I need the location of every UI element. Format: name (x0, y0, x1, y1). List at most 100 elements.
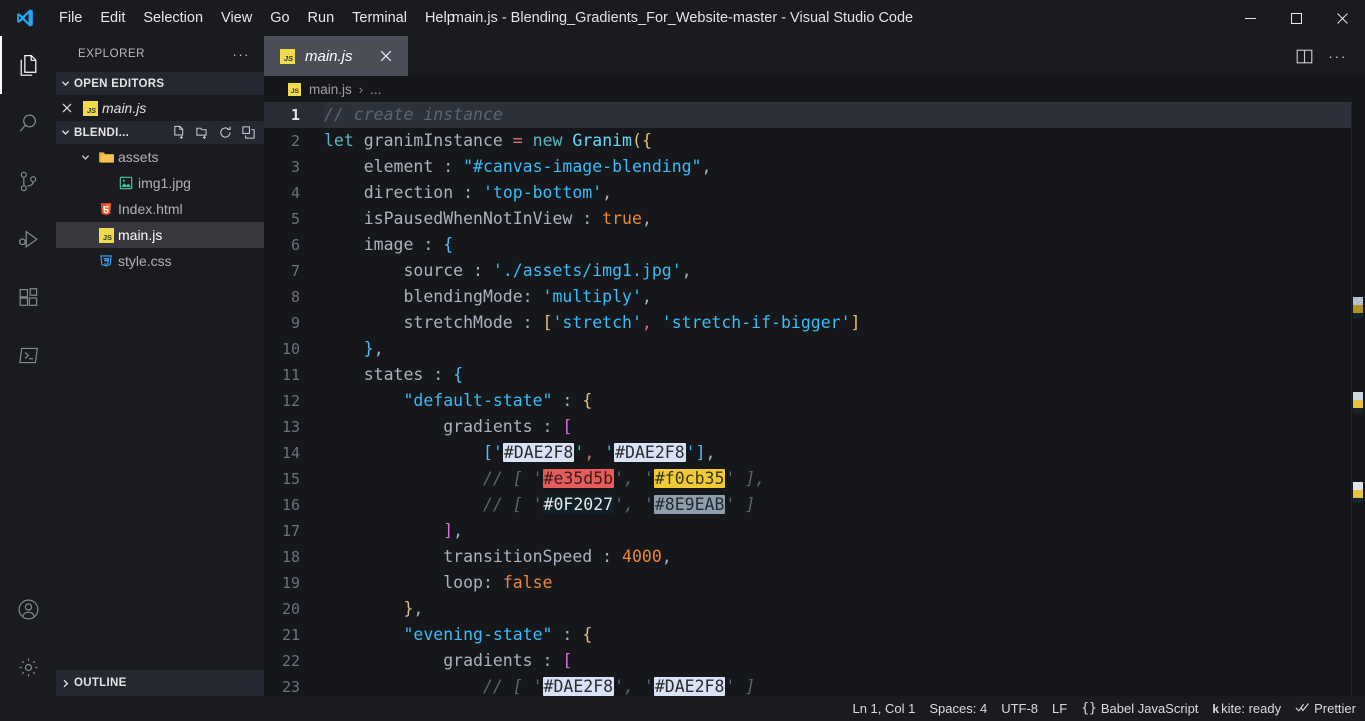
tab-main-js[interactable]: JS main.js (264, 36, 408, 76)
line-text[interactable]: gradients : [ (324, 414, 1365, 440)
menu-file[interactable]: File (50, 0, 91, 36)
tree-item-assets[interactable]: assets (56, 144, 264, 170)
refresh-icon[interactable] (215, 123, 235, 143)
new-file-icon[interactable] (169, 123, 189, 143)
code-line[interactable]: 12 "default-state" : { (264, 388, 1365, 414)
breadcrumb[interactable]: JS main.js › ... (264, 76, 1365, 102)
close-button[interactable] (1319, 0, 1365, 36)
window-controls[interactable] (1227, 0, 1365, 36)
open-editor-item-main-js[interactable]: JS main.js (56, 95, 264, 121)
breadcrumb-ellipsis[interactable]: ... (370, 82, 381, 97)
code-line[interactable]: 8 blendingMode: 'multiply', (264, 284, 1365, 310)
line-text[interactable]: }, (324, 336, 1365, 362)
activity-accounts[interactable] (0, 580, 56, 638)
code-line[interactable]: 13 gradients : [ (264, 414, 1365, 440)
split-editor-icon[interactable] (1290, 42, 1318, 70)
line-text[interactable]: transitionSpeed : 4000, (324, 544, 1365, 570)
code-line[interactable]: 14 ['#DAE2F8', '#DAE2F8'], (264, 440, 1365, 466)
activity-search[interactable] (0, 94, 56, 152)
line-text[interactable]: ['#DAE2F8', '#DAE2F8'], (324, 440, 1365, 466)
code-editor[interactable]: 1 // create instance 2 let granimInstance =… (264, 102, 1365, 696)
line-text[interactable]: }, (324, 596, 1365, 622)
section-workspace[interactable]: BLENDI... (56, 121, 264, 144)
code-line[interactable]: 23 // [ '#DAE2F8', '#DAE2F8' ] (264, 674, 1365, 696)
code-line[interactable]: 16 // [ '#0F2027', '#8E9EAB' ] (264, 492, 1365, 518)
menu-view[interactable]: View (212, 0, 261, 36)
status-kite[interactable]: k kite: ready (1205, 696, 1288, 721)
code-line[interactable]: 11 states : { (264, 362, 1365, 388)
new-folder-icon[interactable] (192, 123, 212, 143)
line-text[interactable]: // [ '#e35d5b', '#f0cb35' ], (324, 466, 1365, 492)
menu-terminal[interactable]: Terminal (343, 0, 416, 36)
maximize-button[interactable] (1273, 0, 1319, 36)
tab-close-icon[interactable] (376, 46, 396, 66)
line-text[interactable]: // [ '#0F2027', '#8E9EAB' ] (324, 492, 1365, 518)
menu-selection[interactable]: Selection (134, 0, 212, 36)
code-content[interactable]: 1 // create instance 2 let granimInstance =… (264, 102, 1365, 696)
line-text[interactable]: image : { (324, 232, 1365, 258)
tree-item-img1-jpg[interactable]: img1.jpg (56, 170, 264, 196)
code-token: 'top-bottom' (482, 183, 603, 202)
collapse-all-icon[interactable] (238, 123, 258, 143)
line-text[interactable]: let granimInstance = new Granim({ (324, 128, 1365, 154)
line-text[interactable]: loop: false (324, 570, 1365, 596)
sidebar-more-actions-icon[interactable]: ··· (233, 47, 251, 62)
code-line[interactable]: 21 "evening-state" : { (264, 622, 1365, 648)
menu-edit[interactable]: Edit (91, 0, 134, 36)
section-open-editors[interactable]: OPEN EDITORS (56, 72, 264, 95)
status-language-mode[interactable]: {} Babel JavaScript (1074, 696, 1205, 721)
line-text[interactable]: gradients : [ (324, 648, 1365, 674)
activity-remote-explorer[interactable] (0, 326, 56, 384)
code-line[interactable]: 2 let granimInstance = new Granim({ (264, 128, 1365, 154)
menu-go[interactable]: Go (261, 0, 298, 36)
overview-ruler[interactable] (1351, 102, 1365, 696)
activity-manage-settings[interactable] (0, 638, 56, 696)
status-cursor-position[interactable]: Ln 1, Col 1 (845, 696, 922, 721)
menu-help[interactable]: Help (416, 0, 464, 36)
code-line[interactable]: 3 element : "#canvas-image-blending", (264, 154, 1365, 180)
line-text[interactable]: // create instance (324, 102, 1365, 128)
activity-extensions[interactable] (0, 268, 56, 326)
tree-item-main-js[interactable]: JS main.js (56, 222, 264, 248)
code-line[interactable]: 15 // [ '#e35d5b', '#f0cb35' ], (264, 466, 1365, 492)
line-text[interactable]: "evening-state" : { (324, 622, 1365, 648)
editor-more-actions-icon[interactable]: ··· (1324, 48, 1351, 64)
menu-run[interactable]: Run (299, 0, 344, 36)
section-outline[interactable]: OUTLINE (56, 670, 264, 696)
code-line[interactable]: 17 ], (264, 518, 1365, 544)
line-text[interactable]: direction : 'top-bottom', (324, 180, 1365, 206)
menu-bar[interactable]: File Edit Selection View Go Run Terminal… (50, 0, 464, 36)
activity-source-control[interactable] (0, 152, 56, 210)
code-line[interactable]: 18 transitionSpeed : 4000, (264, 544, 1365, 570)
code-line[interactable]: 9 stretchMode : ['stretch', 'stretch-if-… (264, 310, 1365, 336)
tree-item-style-css[interactable]: style.css (56, 248, 264, 274)
code-line[interactable]: 20 }, (264, 596, 1365, 622)
code-line[interactable]: 10 }, (264, 336, 1365, 362)
line-text[interactable]: source : './assets/img1.jpg', (324, 258, 1365, 284)
code-line[interactable]: 1 // create instance (264, 102, 1365, 128)
code-line[interactable]: 5 isPausedWhenNotInView : true, (264, 206, 1365, 232)
activity-explorer[interactable] (0, 36, 56, 94)
code-line[interactable]: 19 loop: false (264, 570, 1365, 596)
line-text[interactable]: element : "#canvas-image-blending", (324, 154, 1365, 180)
code-line[interactable]: 7 source : './assets/img1.jpg', (264, 258, 1365, 284)
activity-run-and-debug[interactable] (0, 210, 56, 268)
line-text[interactable]: stretchMode : ['stretch', 'stretch-if-bi… (324, 310, 1365, 336)
close-icon[interactable] (56, 103, 78, 113)
code-line[interactable]: 6 image : { (264, 232, 1365, 258)
line-text[interactable]: // [ '#DAE2F8', '#DAE2F8' ] (324, 674, 1365, 696)
status-encoding[interactable]: UTF-8 (994, 696, 1045, 721)
status-prettier[interactable]: Prettier (1288, 696, 1363, 721)
breadcrumb-file[interactable]: main.js (309, 82, 352, 97)
line-text[interactable]: "default-state" : { (324, 388, 1365, 414)
tree-item-index-html[interactable]: Index.html (56, 196, 264, 222)
minimize-button[interactable] (1227, 0, 1273, 36)
line-text[interactable]: states : { (324, 362, 1365, 388)
status-indentation[interactable]: Spaces: 4 (922, 696, 994, 721)
line-text[interactable]: isPausedWhenNotInView : true, (324, 206, 1365, 232)
code-line[interactable]: 4 direction : 'top-bottom', (264, 180, 1365, 206)
line-text[interactable]: blendingMode: 'multiply', (324, 284, 1365, 310)
code-line[interactable]: 22 gradients : [ (264, 648, 1365, 674)
status-eol[interactable]: LF (1045, 696, 1074, 721)
line-text[interactable]: ], (324, 518, 1365, 544)
